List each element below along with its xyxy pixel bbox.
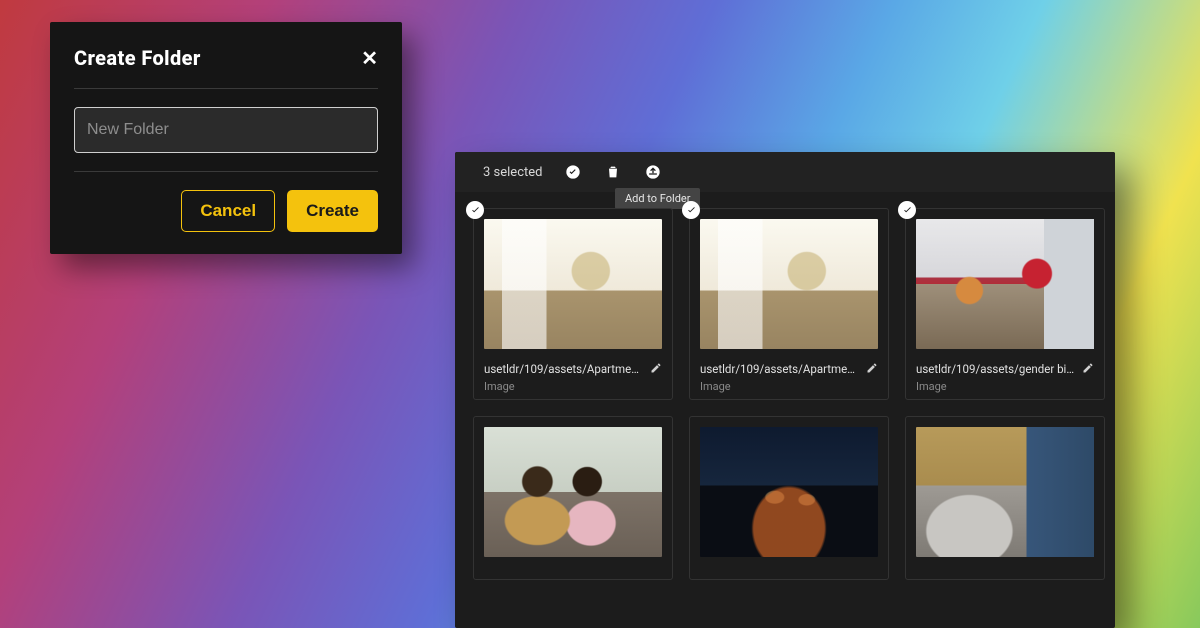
asset-card[interactable] [689, 416, 889, 580]
add-to-folder-icon[interactable] [644, 163, 662, 181]
asset-kind: Image [484, 380, 662, 393]
thumbnail [700, 427, 878, 557]
thumbnail [484, 427, 662, 557]
asset-panel: 3 selected Add to Folder usetldr/109/ass… [455, 152, 1115, 628]
edit-icon[interactable] [866, 359, 878, 378]
asset-meta: usetldr/109/assets/Apartments.jp… Image [700, 359, 878, 393]
asset-card[interactable] [905, 416, 1105, 580]
select-all-icon[interactable] [564, 163, 582, 181]
asset-meta: usetldr/109/assets/Apartments.jp… Image [484, 359, 662, 393]
create-folder-modal: Create Folder ✕ Cancel Create [50, 22, 402, 254]
selected-check-icon[interactable] [898, 201, 916, 219]
modal-title: Create Folder [74, 46, 201, 70]
asset-kind: Image [700, 380, 878, 393]
edit-icon[interactable] [650, 359, 662, 378]
asset-grid: usetldr/109/assets/Apartments.jp… Image … [455, 192, 1115, 596]
folder-name-input[interactable] [74, 107, 378, 153]
divider [74, 171, 378, 172]
modal-actions: Cancel Create [74, 190, 378, 232]
thumbnail [916, 427, 1094, 557]
delete-icon[interactable] [604, 163, 622, 181]
close-icon[interactable]: ✕ [361, 48, 378, 68]
selected-check-icon[interactable] [466, 201, 484, 219]
divider [74, 88, 378, 89]
thumbnail [916, 219, 1094, 349]
create-button[interactable]: Create [287, 190, 378, 232]
selection-count: 3 selected [483, 165, 542, 180]
edit-icon[interactable] [1082, 359, 1094, 378]
thumbnail [700, 219, 878, 349]
modal-header: Create Folder ✕ [74, 46, 378, 70]
asset-card[interactable]: usetldr/109/assets/Apartments.jp… Image [473, 208, 673, 400]
cancel-button[interactable]: Cancel [181, 190, 275, 232]
selection-toolbar: 3 selected Add to Folder [455, 152, 1115, 192]
thumbnail [484, 219, 662, 349]
asset-title: usetldr/109/assets/Apartments.jp… [700, 362, 860, 376]
asset-card[interactable] [473, 416, 673, 580]
asset-title: usetldr/109/assets/gender bias.jp… [916, 362, 1076, 376]
asset-card[interactable]: usetldr/109/assets/gender bias.jp… Image [905, 208, 1105, 400]
asset-title: usetldr/109/assets/Apartments.jp… [484, 362, 644, 376]
asset-card[interactable]: usetldr/109/assets/Apartments.jp… Image [689, 208, 889, 400]
asset-kind: Image [916, 380, 1094, 393]
selected-check-icon[interactable] [682, 201, 700, 219]
asset-meta: usetldr/109/assets/gender bias.jp… Image [916, 359, 1094, 393]
